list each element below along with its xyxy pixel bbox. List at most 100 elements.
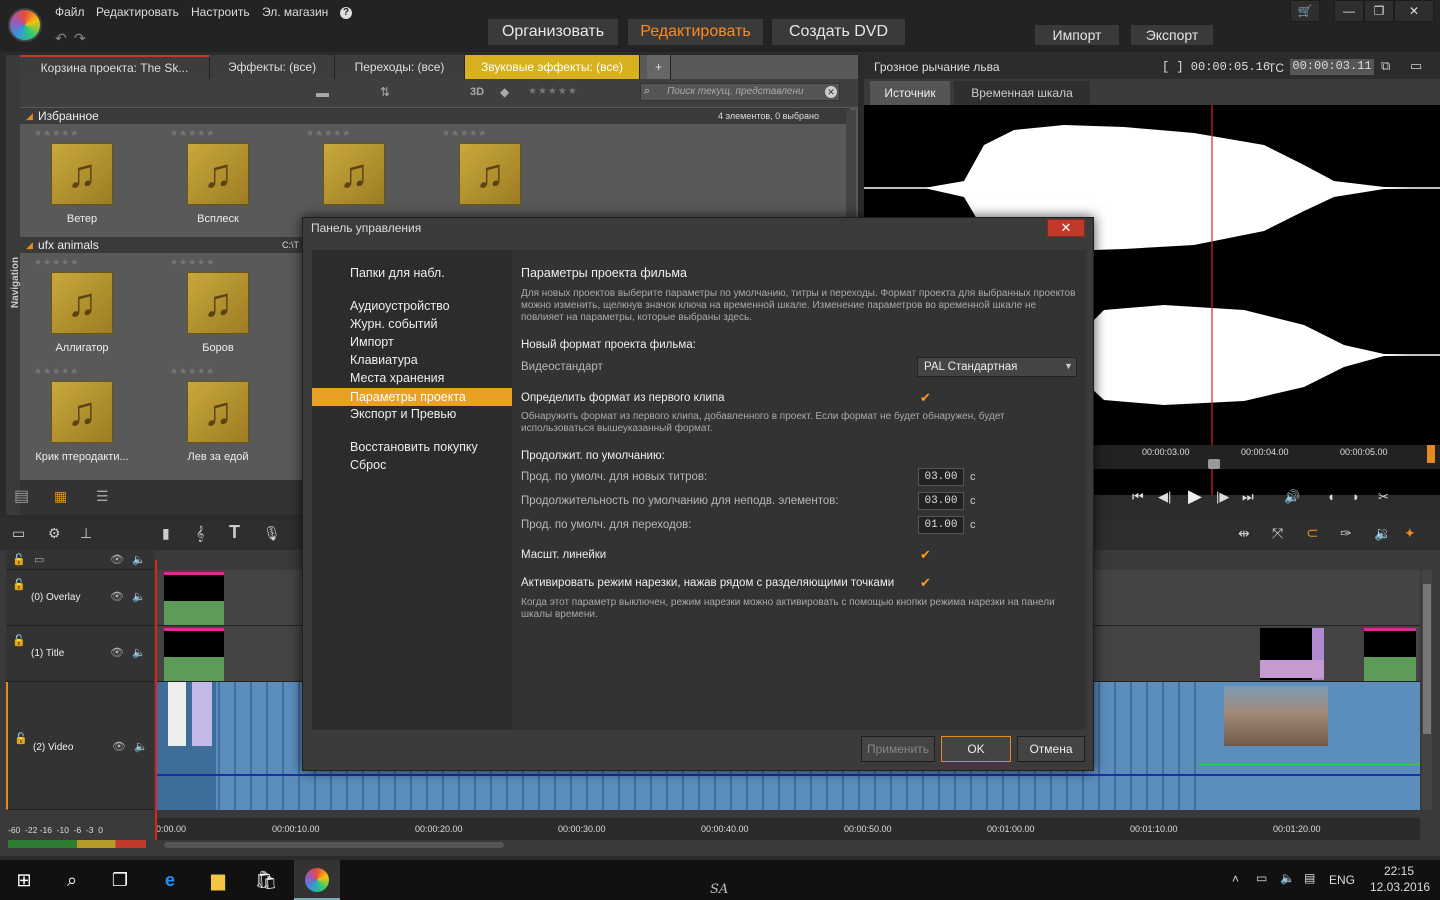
play-icon[interactable]: ▶ bbox=[1188, 486, 1202, 507]
rating-stars[interactable]: ★★★★★ bbox=[158, 257, 278, 268]
video-standard-select[interactable]: PAL Стандартная ▼ bbox=[917, 357, 1077, 377]
lock-icon[interactable]: 🔓 bbox=[12, 578, 26, 591]
sort-icon[interactable]: ⇅ bbox=[380, 85, 390, 99]
nav-project-settings[interactable]: Параметры проекта bbox=[312, 388, 512, 406]
export-button[interactable]: Экспорт bbox=[1130, 24, 1214, 46]
restore-button[interactable]: ❐ bbox=[1364, 0, 1394, 22]
file-explorer-icon[interactable]: ▆ bbox=[206, 868, 230, 892]
close-window-button[interactable]: ✕ bbox=[1394, 0, 1434, 22]
network-icon[interactable]: ▭ bbox=[1256, 871, 1267, 885]
asset-card[interactable]: ★★★★★ ♫ Аллигатор bbox=[22, 257, 142, 354]
voiceover-mic-icon[interactable]: 🎙 bbox=[263, 525, 281, 542]
rating-filter[interactable]: ★★★★★ bbox=[528, 86, 578, 97]
folder-icon[interactable]: ▬ bbox=[316, 85, 329, 100]
app-logo[interactable] bbox=[8, 8, 42, 42]
speaker-icon[interactable]: 🔈 bbox=[132, 553, 146, 566]
list-view-icon[interactable]: ☰ bbox=[96, 488, 109, 505]
scrubber-handle[interactable] bbox=[1208, 459, 1220, 469]
ruler-scale-checkbox[interactable]: ✔ bbox=[920, 548, 934, 562]
tab-timeline[interactable]: Временная шкала bbox=[954, 81, 1090, 105]
asset-card[interactable]: ★★★★★ ♫ Всплеск bbox=[158, 128, 278, 225]
scorefitter-icon[interactable]: 𝄞 bbox=[196, 525, 204, 542]
tab-effects[interactable]: Эффекты: (все) bbox=[210, 55, 335, 79]
redo-icon[interactable]: ↷ bbox=[74, 30, 86, 47]
asset-card[interactable]: ★★★★★ ♫ Боров bbox=[158, 257, 278, 354]
ok-button[interactable]: OK bbox=[941, 736, 1011, 762]
timeline-scrollbar[interactable] bbox=[164, 842, 504, 848]
clip[interactable] bbox=[1364, 628, 1416, 681]
tag-icon[interactable]: ◆ bbox=[500, 85, 509, 99]
rating-stars[interactable]: ★★★★★ bbox=[22, 128, 142, 139]
detect-format-checkbox[interactable]: ✔ bbox=[920, 391, 934, 405]
rating-stars[interactable]: ★★★★★ bbox=[158, 366, 278, 377]
clip[interactable] bbox=[164, 628, 224, 681]
track-title-header[interactable]: 🔓 (1) Title 👁 🔈 bbox=[6, 626, 154, 682]
tab-sound-effects[interactable]: Звуковые эффекты: (все) bbox=[465, 55, 640, 79]
eye-icon[interactable]: 👁 bbox=[110, 646, 124, 659]
lock-icon[interactable]: 🔓 bbox=[14, 732, 28, 745]
dual-view-icon[interactable]: ▭ bbox=[1410, 58, 1422, 74]
nav-keyboard[interactable]: Клавиатура bbox=[350, 353, 418, 367]
preview-icon[interactable]: ▤ bbox=[14, 486, 29, 506]
undo-icon[interactable]: ↶ bbox=[55, 30, 67, 47]
cancel-button[interactable]: Отмена bbox=[1017, 736, 1085, 762]
collapse-icon[interactable]: ◢ bbox=[26, 237, 33, 253]
rating-stars[interactable]: ★★★★★ bbox=[158, 128, 278, 139]
nav-audio-device[interactable]: Аудиоустройство bbox=[350, 299, 450, 313]
volume-tray-icon[interactable]: 🔈 bbox=[1280, 871, 1295, 885]
go-to-end-icon[interactable]: ⏭ bbox=[1242, 489, 1254, 505]
rating-stars[interactable]: ★★★★★ bbox=[294, 128, 414, 139]
store-cart-icon[interactable]: 🛒 bbox=[1290, 0, 1320, 22]
store-icon[interactable]: 🛍 bbox=[254, 868, 278, 892]
tab-source[interactable]: Источник bbox=[870, 81, 950, 105]
asset-card[interactable]: ★★★★★ ♫ Крик птеродакти... bbox=[22, 366, 142, 463]
asset-card[interactable]: ★★★★★ ♫ bbox=[294, 128, 414, 205]
menu-store[interactable]: Эл. магазин bbox=[262, 5, 328, 19]
clock-time[interactable]: 22:15 bbox=[1384, 864, 1414, 878]
menu-help[interactable]: ? bbox=[340, 7, 352, 19]
speaker-icon[interactable]: 🔈 bbox=[132, 646, 146, 659]
language-indicator[interactable]: ENG bbox=[1329, 873, 1355, 887]
nav-export-preview[interactable]: Экспорт и Превью bbox=[350, 407, 456, 421]
rating-stars[interactable]: ★★★★★ bbox=[22, 366, 142, 377]
storyboard-icon[interactable]: ▭ bbox=[12, 525, 25, 542]
track-video-header[interactable]: 🔓 (2) Video 👁 🔈 bbox=[6, 682, 154, 810]
step-back-icon[interactable]: ◀| bbox=[1158, 489, 1171, 505]
track-overlay-header[interactable]: 🔓 (0) Overlay 👁 🔈 bbox=[6, 570, 154, 626]
clip[interactable] bbox=[164, 572, 224, 625]
clip[interactable] bbox=[1260, 628, 1324, 680]
menu-file[interactable]: Файл bbox=[55, 5, 85, 19]
go-to-start-icon[interactable]: ⏮ bbox=[1132, 489, 1144, 505]
timeline-vscroll[interactable] bbox=[1422, 570, 1432, 810]
nav-restore-purchase[interactable]: Восстановить покупку bbox=[350, 440, 478, 454]
edge-browser-icon[interactable]: e bbox=[158, 868, 182, 892]
minimize-button[interactable]: — bbox=[1334, 0, 1364, 22]
audio-scrub-icon[interactable]: 🔉 bbox=[1374, 525, 1391, 542]
collapse-icon[interactable]: ◢ bbox=[26, 108, 33, 124]
pinnacle-taskbar-item[interactable] bbox=[294, 860, 340, 900]
volume-icon[interactable]: 🔊 bbox=[1284, 489, 1300, 505]
eye-icon[interactable]: 👁 bbox=[110, 553, 124, 566]
lock-icon[interactable]: 🔓 bbox=[12, 634, 26, 647]
chevron-up-icon[interactable]: ˄ bbox=[1232, 872, 1239, 886]
monitor-icon[interactable]: ▭ bbox=[34, 553, 44, 566]
settings-gear-icon[interactable]: ⚙ bbox=[48, 525, 61, 542]
out-point-marker[interactable] bbox=[1427, 445, 1435, 463]
eye-icon[interactable]: 👁 bbox=[112, 740, 126, 753]
rating-stars[interactable]: ★★★★★ bbox=[22, 257, 142, 268]
task-view-icon[interactable]: ❐ bbox=[108, 868, 132, 892]
mode-edit-button[interactable]: Редактировать bbox=[627, 18, 764, 46]
3d-filter-button[interactable]: 3D bbox=[470, 86, 484, 98]
still-duration-input[interactable]: 03.00 bbox=[918, 492, 964, 510]
speaker-icon[interactable]: 🔈 bbox=[132, 590, 146, 603]
mark-out-icon[interactable]: ◗ bbox=[1352, 489, 1360, 504]
title-tool-icon[interactable]: T bbox=[229, 522, 240, 543]
favorites-header[interactable]: ◢ Избранное 4 элементов, 0 выбрано bbox=[20, 108, 850, 124]
titles-duration-input[interactable]: 03.00 bbox=[918, 468, 964, 486]
menu-edit[interactable]: Редактировать bbox=[96, 5, 179, 19]
fullscreen-icon[interactable]: ⧉ bbox=[1381, 58, 1390, 74]
split-icon[interactable]: ✂ bbox=[1378, 489, 1389, 505]
nav-storage[interactable]: Места хранения bbox=[350, 371, 444, 385]
nav-import[interactable]: Импорт bbox=[350, 335, 394, 349]
navigation-strip[interactable]: Navigation bbox=[6, 55, 21, 515]
